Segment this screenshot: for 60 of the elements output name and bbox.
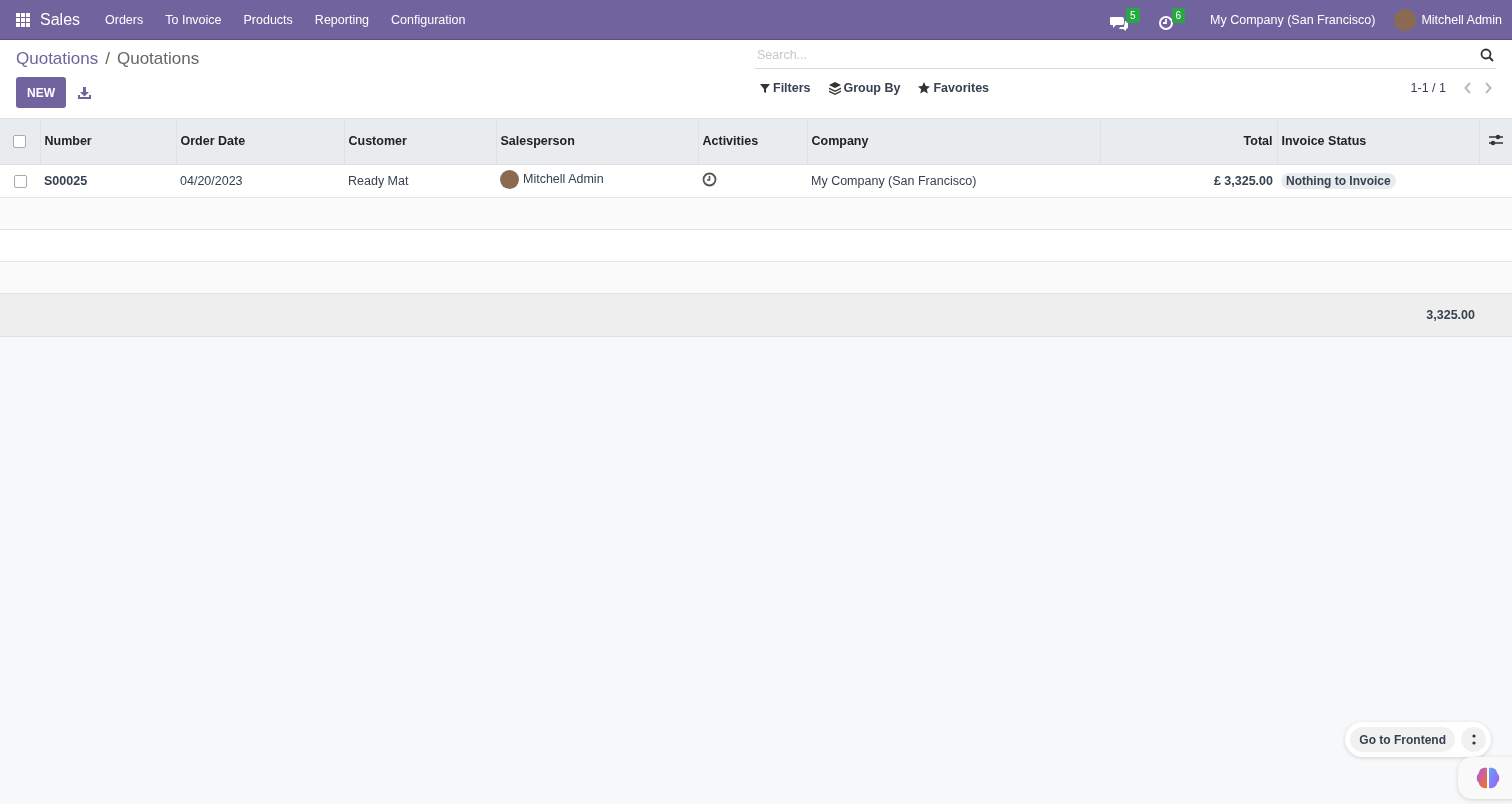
menu-item[interactable]: Products [232,12,304,27]
salesperson-name: Mitchell Admin [523,172,604,186]
column-header[interactable]: Company [811,134,869,149]
layers-icon [828,81,841,95]
new-button[interactable]: NEW [16,77,66,108]
company-switcher[interactable]: My Company (San Francisco) [1199,12,1387,27]
menu-item[interactable]: Configuration [380,12,477,27]
assistant-button[interactable] [1458,757,1512,799]
download-icon [78,86,91,99]
clock-icon [702,171,717,187]
menu-item[interactable]: To Invoice [154,12,233,27]
chevron-left-icon [1464,82,1472,94]
group-by-button[interactable]: Group By [823,81,906,95]
user-avatar [1394,8,1417,31]
page-title: Quotations [116,49,200,69]
kebab-icon [1471,733,1476,746]
order-number: S00025 [44,173,88,188]
optional-columns-button[interactable] [1488,133,1503,146]
breadcrumb-separator: / [105,49,110,69]
sliders-icon [1488,133,1503,146]
row-checkbox[interactable] [13,174,27,188]
go-to-frontend-button[interactable]: Go to Frontend [1350,727,1455,752]
pager-value: 1-1 / 1 [1410,81,1446,95]
column-header[interactable]: Order Date [180,134,246,149]
column-header[interactable]: Invoice Status [1281,134,1367,149]
favorites-button[interactable]: Favorites [913,81,995,95]
column-header[interactable]: Customer [348,134,407,149]
activity-button[interactable] [702,171,717,187]
salesperson-avatar [500,169,519,189]
user-menu[interactable]: Mitchell Admin [1386,8,1502,31]
download-button[interactable] [76,86,93,99]
app-name-link[interactable]: Sales [40,10,81,29]
breadcrumb-link[interactable]: Quotations [16,49,99,69]
star-icon [918,82,931,94]
search-icon [1480,48,1494,62]
column-header[interactable]: Total [1243,134,1273,149]
funnel-icon [760,82,770,94]
count-badge: 6 [1171,8,1186,23]
chevron-right-icon [1484,82,1492,94]
filters-button[interactable]: Filters [755,81,816,95]
column-header[interactable]: Activities [702,134,759,149]
menu-item[interactable]: Reporting [303,12,381,27]
clock-icon [1157,15,1174,31]
column-header[interactable]: Salesperson [500,134,575,149]
table-cell: My Company (San Francisco) [811,173,977,188]
chat-bubbles-icon [1109,15,1128,31]
select-all-checkbox[interactable] [13,135,27,149]
more-options-button[interactable] [1461,727,1486,752]
grid-icon [16,12,30,27]
sum-total: 3,325.00 [1426,307,1475,322]
user-name: Mitchell Admin [1421,12,1502,27]
status-badge: Nothing to Invoice [1281,172,1396,189]
table-cell: 04/20/2023 [180,173,243,188]
menu-item[interactable]: Orders [94,12,155,27]
brain-icon [1475,766,1501,790]
amount-total: £ 3,325.00 [1213,173,1273,188]
table-cell: Ready Mat [348,173,409,188]
column-header[interactable]: Number [44,134,92,149]
search-field[interactable]: Search... [755,43,1480,67]
count-badge: 5 [1125,8,1140,23]
